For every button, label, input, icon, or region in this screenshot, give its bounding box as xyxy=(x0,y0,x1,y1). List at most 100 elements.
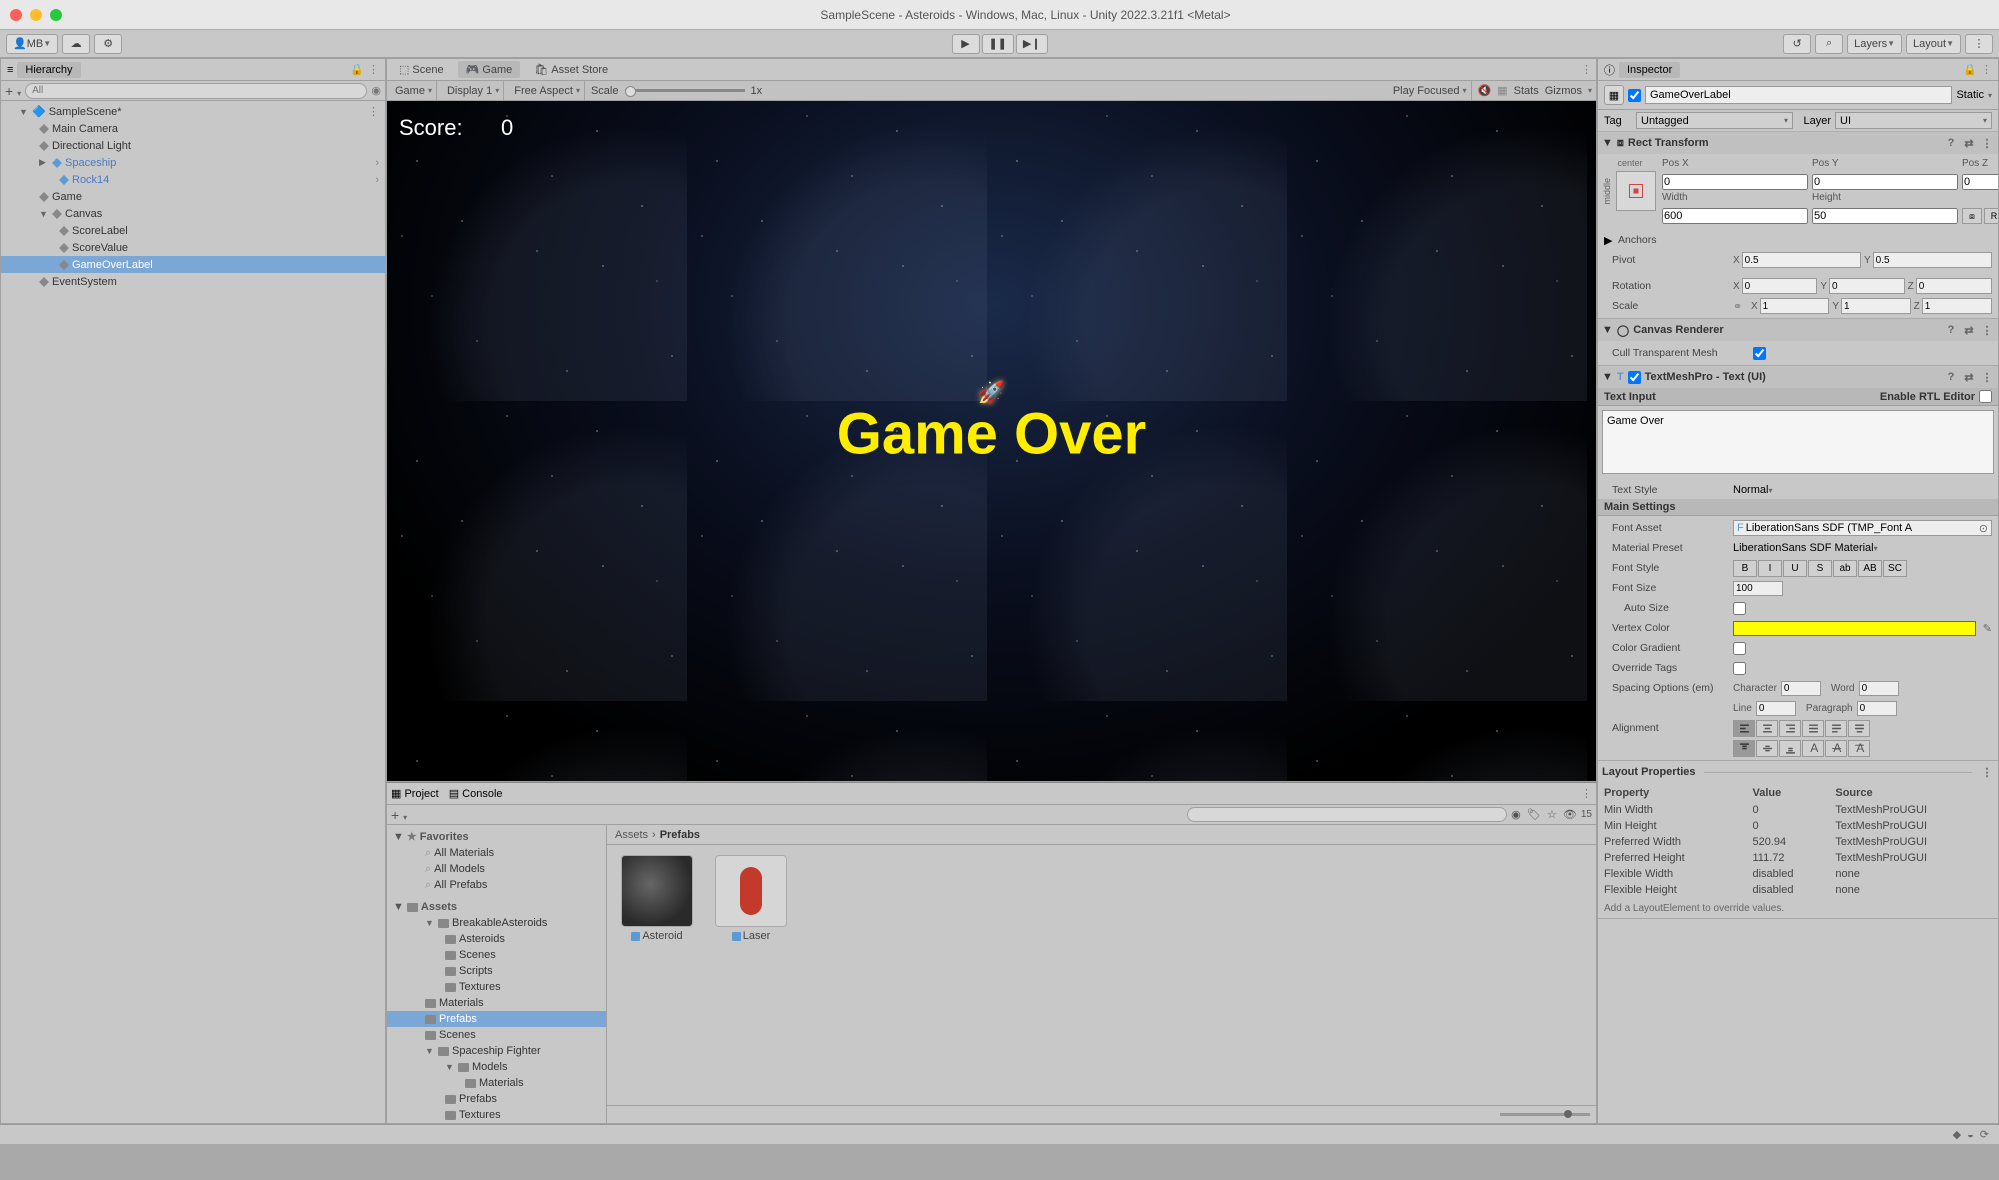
material-dropdown[interactable]: LiberationSans SDF Material▾ xyxy=(1733,542,1992,554)
active-checkbox[interactable] xyxy=(1628,89,1641,102)
scale-x[interactable] xyxy=(1760,298,1830,314)
scale-link-icon[interactable]: ⚭ xyxy=(1733,300,1747,313)
spacing-line[interactable] xyxy=(1756,701,1796,716)
align-center[interactable] xyxy=(1756,720,1778,737)
scale-y[interactable] xyxy=(1841,298,1911,314)
override-checkbox[interactable] xyxy=(1733,662,1746,675)
game-tab[interactable]: 🎮Game xyxy=(458,61,521,78)
valign-top[interactable] xyxy=(1733,740,1755,757)
hierarchy-item[interactable]: ▼Canvas xyxy=(1,205,385,222)
pause-button[interactable]: ❚❚ xyxy=(981,34,1013,54)
align-left[interactable] xyxy=(1733,720,1755,737)
scale-slider[interactable] xyxy=(625,89,745,92)
close-window[interactable] xyxy=(10,9,22,21)
valign-midline[interactable]: A xyxy=(1825,740,1847,757)
folder-item[interactable]: ▼BreakableAsteroids xyxy=(387,915,606,931)
play-focus-dropdown[interactable]: Play Focused▾ xyxy=(1389,81,1472,100)
aspect-dropdown[interactable]: Free Aspect▾ xyxy=(510,81,585,100)
favorites-header[interactable]: Favorites xyxy=(420,831,469,843)
posy-field[interactable] xyxy=(1812,174,1958,190)
preset-icon[interactable]: ⇄ xyxy=(1962,324,1976,337)
layout-dropdown[interactable]: Layout ▼ xyxy=(1906,34,1961,54)
menu-icon[interactable]: ⋮ xyxy=(1980,137,1994,150)
panel-menu-icon[interactable]: ⋮ xyxy=(1981,63,1992,76)
bold-button[interactable]: B xyxy=(1733,560,1757,577)
status-icon[interactable]: ◆ xyxy=(1953,1128,1961,1141)
font-size-field[interactable] xyxy=(1733,581,1783,596)
toolbar-menu[interactable]: ⋮ xyxy=(1965,34,1993,54)
anchors-label[interactable]: Anchors xyxy=(1618,234,1743,246)
mute-icon[interactable]: 🔇 xyxy=(1478,84,1492,97)
thumbnail-zoom-slider[interactable] xyxy=(1500,1113,1590,1116)
autosize-checkbox[interactable] xyxy=(1733,602,1746,615)
account-button[interactable]: 👤 MB ▼ xyxy=(6,34,58,54)
tag-dropdown[interactable]: Untagged▾ xyxy=(1636,112,1793,129)
star-filter-icon[interactable]: ☆ xyxy=(1543,808,1561,821)
lock-icon[interactable]: 🔒 xyxy=(350,63,364,76)
color-picker-icon[interactable]: ✎ xyxy=(1983,622,1992,635)
blueprint-toggle[interactable]: ⧈ xyxy=(1962,208,1982,224)
folder-item[interactable]: ▼Models xyxy=(387,1059,606,1075)
gameobject-icon[interactable]: ▦ xyxy=(1604,85,1624,105)
folder-item[interactable]: Asteroids xyxy=(387,931,606,947)
lock-icon[interactable]: 🔒 xyxy=(1963,63,1977,76)
status-icon[interactable]: ◒ xyxy=(1967,1129,1974,1141)
play-button[interactable]: ▶ xyxy=(951,34,979,54)
create-dropdown[interactable]: + ▾ xyxy=(391,807,407,823)
italic-button[interactable]: I xyxy=(1758,560,1782,577)
rot-x[interactable] xyxy=(1742,278,1818,294)
panel-menu-icon[interactable]: ⋮ xyxy=(1581,787,1592,800)
pivot-y[interactable] xyxy=(1873,252,1992,268)
panel-menu-icon[interactable]: ⋮ xyxy=(368,63,379,76)
raw-edit-toggle[interactable]: R xyxy=(1984,208,1998,224)
hierarchy-item[interactable]: ▶Spaceship› xyxy=(1,154,385,171)
assets-header[interactable]: Assets xyxy=(421,901,457,913)
status-icon[interactable]: ⟳ xyxy=(1980,1128,1989,1141)
project-search[interactable] xyxy=(1187,807,1507,822)
height-field[interactable] xyxy=(1812,208,1958,224)
folder-item[interactable]: Textures xyxy=(387,979,606,995)
hierarchy-search[interactable] xyxy=(25,83,367,99)
folder-item[interactable]: Materials xyxy=(387,1075,606,1091)
posx-field[interactable] xyxy=(1662,174,1808,190)
anchor-preset[interactable] xyxy=(1616,171,1656,211)
valign-capline[interactable]: A xyxy=(1848,740,1870,757)
search-button[interactable]: ⌕ xyxy=(1815,34,1843,54)
align-right[interactable] xyxy=(1779,720,1801,737)
text-style-dropdown[interactable]: Normal▾ xyxy=(1733,484,1992,496)
spacing-word[interactable] xyxy=(1859,681,1899,696)
lowercase-button[interactable]: ab xyxy=(1833,560,1857,577)
strike-button[interactable]: S xyxy=(1808,560,1832,577)
filter-icon[interactable]: 🏷 xyxy=(1525,808,1543,821)
undo-history-button[interactable]: ↺ xyxy=(1783,34,1811,54)
asset-item[interactable]: Laser xyxy=(711,855,791,942)
folder-item[interactable]: Textures xyxy=(387,1107,606,1123)
scene-row[interactable]: ▼🔷 SampleScene*⋮ xyxy=(1,103,385,120)
favorite-item[interactable]: ⌕All Prefabs xyxy=(387,877,606,893)
hierarchy-item[interactable]: ScoreLabel xyxy=(1,222,385,239)
cloud-button[interactable]: ☁ xyxy=(62,34,90,54)
valign-bottom[interactable] xyxy=(1779,740,1801,757)
smallcaps-button[interactable]: SC xyxy=(1883,560,1907,577)
posz-field[interactable] xyxy=(1962,174,1998,190)
rot-z[interactable] xyxy=(1916,278,1992,294)
console-tab[interactable]: ▤ Console xyxy=(449,787,503,800)
object-name-field[interactable] xyxy=(1645,86,1952,104)
hierarchy-item-selected[interactable]: GameOverLabel xyxy=(1,256,385,273)
folder-item[interactable]: Scenes xyxy=(387,1027,606,1043)
hierarchy-item[interactable]: Directional Light xyxy=(1,137,385,154)
hierarchy-item[interactable]: ScoreValue xyxy=(1,239,385,256)
folder-item[interactable]: Prefabs xyxy=(387,1091,606,1107)
favorite-item[interactable]: ⌕All Models xyxy=(387,861,606,877)
folder-item[interactable]: Scenes xyxy=(387,947,606,963)
folder-item[interactable]: ▼Spaceship Fighter xyxy=(387,1043,606,1059)
gradient-checkbox[interactable] xyxy=(1733,642,1746,655)
hierarchy-item[interactable]: EventSystem xyxy=(1,273,385,290)
layer-dropdown[interactable]: UI▾ xyxy=(1835,112,1992,129)
create-dropdown[interactable]: + ▾ xyxy=(5,83,21,99)
tmp-enabled-checkbox[interactable] xyxy=(1628,371,1641,384)
vertex-color-field[interactable] xyxy=(1733,621,1976,636)
gizmos-toggle[interactable]: Gizmos xyxy=(1545,85,1582,97)
scale-z[interactable] xyxy=(1922,298,1992,314)
asset-item[interactable]: Asteroid xyxy=(617,855,697,942)
